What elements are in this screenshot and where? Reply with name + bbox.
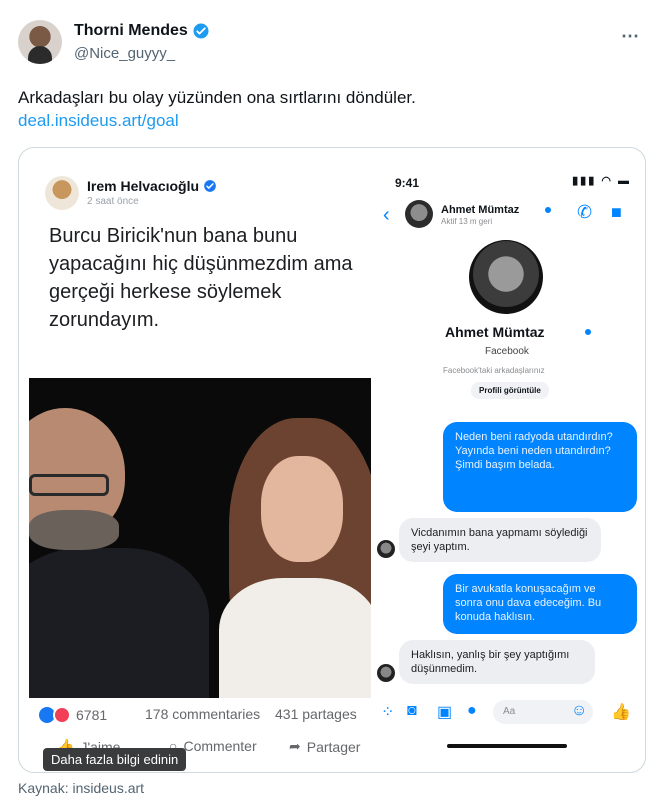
- messenger-screenshot: 9:41 ▮▮▮ ◠ ▬ ‹ Ahmet Mümtaz Aktif 13 m g…: [375, 160, 645, 760]
- media-card[interactable]: Irem Helvacıoğlu 2 saat önce Burcu Biric…: [18, 147, 646, 773]
- signal-wifi-battery-icon: ▮▮▮ ◠ ▬: [572, 175, 631, 187]
- verified-badge-icon: [193, 23, 209, 39]
- photo-figure-woman-face: [261, 456, 343, 562]
- apps-grid-icon: ⁘: [381, 704, 395, 721]
- verified-badge-icon: [204, 180, 216, 192]
- share-button: ➦ Partager: [289, 738, 360, 755]
- tweet-text: Arkadaşları bu olay yüzünden ona sırtlar…: [18, 88, 416, 107]
- microphone-icon: ●: [467, 702, 477, 719]
- post-author-name: Irem Helvacıoğlu: [87, 178, 200, 194]
- contact-name: Ahmet Mümtaz: [445, 324, 545, 340]
- back-chevron-icon: ‹: [383, 204, 390, 226]
- share-arrow-icon: ➦: [289, 738, 301, 754]
- tweet-header: Thorni Mendes @Nice_guyyy_ ⋯: [18, 16, 640, 68]
- emoji-icon: ☺: [571, 702, 588, 719]
- home-indicator: [447, 744, 567, 748]
- author-row: Thorni Mendes: [74, 22, 210, 40]
- image-icon: ▣: [437, 704, 453, 721]
- display-name[interactable]: Thorni Mendes: [74, 22, 188, 40]
- online-dot-icon: [545, 207, 551, 213]
- message-bubble-outgoing: Bir avukatla konuşacağım ve sonra onu da…: [443, 574, 637, 634]
- reactions-summary: 6781: [39, 706, 107, 724]
- handle[interactable]: @Nice_guyyy_: [74, 45, 175, 62]
- video-camera-icon: ■: [611, 202, 622, 222]
- facebook-post: Irem Helvacıoğlu 2 saat önce Burcu Biric…: [29, 158, 371, 772]
- reaction-count: 6781: [76, 707, 108, 723]
- comment-label: Commenter: [183, 738, 257, 754]
- photo-figure-woman-body: [219, 578, 371, 698]
- photo-figure-man-beard: [29, 510, 119, 550]
- avatar[interactable]: [18, 20, 62, 64]
- post-quote: Burcu Biricik'nun bana bunu yapacağını h…: [49, 225, 353, 331]
- view-profile-button: Profili görüntüle: [471, 382, 549, 399]
- photo-figure-man-glasses: [29, 474, 109, 496]
- online-dot-icon: [585, 329, 591, 335]
- post-author-avatar: [45, 176, 79, 210]
- contact-active-status: Aktif 13 m geri: [441, 217, 493, 226]
- message-avatar: [377, 664, 395, 682]
- source-attribution[interactable]: Kaynak: insideus.art: [18, 780, 144, 796]
- phone-icon: ✆: [577, 202, 593, 222]
- status-time: 9:41: [395, 176, 420, 190]
- contact-name-header: Ahmet Mümtaz: [441, 204, 520, 216]
- contact-network: Facebook: [485, 346, 529, 357]
- more-options-icon[interactable]: ⋯: [621, 26, 640, 47]
- learn-more-tooltip[interactable]: Daha fazla bilgi edinin: [43, 748, 187, 771]
- share-label: Partager: [306, 738, 361, 755]
- contact-avatar-large: [469, 240, 543, 314]
- love-reaction-icon: [53, 706, 71, 724]
- message-composer: ⁘ ◙ ▣ ● Aa ☺ 👍: [375, 700, 645, 730]
- photo-figure-man: [29, 548, 209, 698]
- comments-count: 178 commentaries: [145, 706, 261, 722]
- message-avatar: [377, 540, 395, 558]
- message-bubble-incoming: Haklısın, yanlış bir şey yaptığımı düşün…: [399, 640, 595, 684]
- shares-count: 431 partages: [275, 706, 357, 722]
- post-time: 2 saat önce: [87, 196, 139, 207]
- message-bubble-incoming: Vicdanımın bana yapmamı söylediği şeyi y…: [399, 518, 601, 562]
- message-bubble-outgoing: Neden beni radyoda utandırdın? Yayında b…: [443, 422, 637, 512]
- tweet-link[interactable]: deal.insideus.art/goal: [18, 111, 179, 131]
- post-photo: [29, 378, 371, 698]
- post-author-row: Irem Helvacıoğlu: [87, 178, 217, 194]
- friends-note: Facebook'taki arkadaşlarınız: [443, 366, 545, 375]
- contact-avatar-small: [405, 200, 433, 228]
- thumbs-up-icon: 👍: [611, 704, 631, 721]
- camera-icon: ◙: [407, 702, 417, 719]
